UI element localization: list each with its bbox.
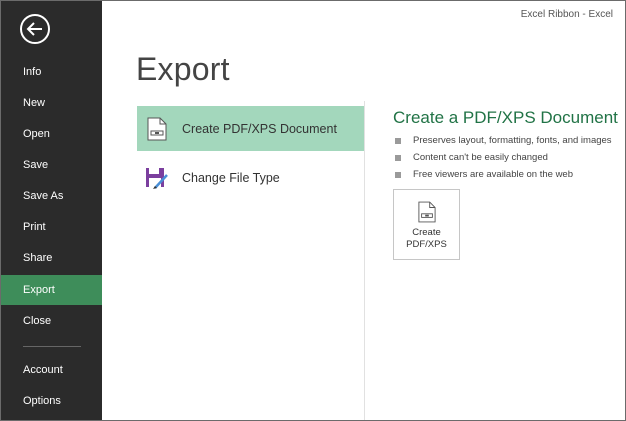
create-pdf-xps-button[interactable]: Create PDF/XPS <box>393 189 460 260</box>
option-label: Change File Type <box>182 170 280 185</box>
nav-item-options[interactable]: Options <box>1 386 102 416</box>
nav-divider <box>23 346 81 347</box>
nav-item-export[interactable]: Export <box>1 275 102 305</box>
nav-item-save[interactable]: Save <box>1 150 102 180</box>
option-label: Create PDF/XPS Document <box>182 121 337 136</box>
pdf-document-icon <box>416 199 438 225</box>
back-button[interactable] <box>20 14 50 44</box>
nav-item-share[interactable]: Share <box>1 243 102 273</box>
backstage-main: Excel Ribbon - Excel Export Create PDF/X… <box>102 1 625 420</box>
create-button-label-line2: PDF/XPS <box>406 239 447 250</box>
list-item: Free viewers are available on the web <box>395 166 612 183</box>
bullet-square-icon <box>395 137 401 144</box>
nav-item-close[interactable]: Close <box>1 306 102 336</box>
bullet-text: Preserves layout, formatting, fonts, and… <box>413 135 612 146</box>
nav-item-save-as[interactable]: Save As <box>1 181 102 211</box>
excel-backstage-window: Info New Open Save Save As Print Share E… <box>0 0 626 421</box>
bullet-square-icon <box>395 154 401 161</box>
panel-divider <box>364 101 365 420</box>
bullet-text: Free viewers are available on the web <box>413 169 574 180</box>
create-button-label: Create PDF/XPS <box>397 227 457 251</box>
nav-item-new[interactable]: New <box>1 88 102 118</box>
back-arrow-icon <box>26 22 44 36</box>
option-change-file-type[interactable]: Change File Type <box>137 155 364 200</box>
page-title: Export <box>136 51 230 87</box>
nav-item-open[interactable]: Open <box>1 119 102 149</box>
nav-item-info[interactable]: Info <box>1 57 102 87</box>
nav-item-account[interactable]: Account <box>1 355 102 385</box>
pdf-document-icon <box>145 116 169 142</box>
create-button-label-line1: Create <box>412 227 441 238</box>
detail-bullet-list: Preserves layout, formatting, fonts, and… <box>395 132 612 183</box>
list-item: Content can't be easily changed <box>395 149 612 166</box>
list-item: Preserves layout, formatting, fonts, and… <box>395 132 612 149</box>
backstage-sidebar: Info New Open Save Save As Print Share E… <box>1 1 102 420</box>
window-title: Excel Ribbon - Excel <box>520 9 613 20</box>
nav-item-print[interactable]: Print <box>1 212 102 242</box>
change-file-type-icon <box>145 165 169 191</box>
detail-title: Create a PDF/XPS Document <box>393 108 618 127</box>
bullet-square-icon <box>395 171 401 178</box>
option-create-pdf-xps[interactable]: Create PDF/XPS Document <box>137 106 364 151</box>
bullet-text: Content can't be easily changed <box>413 152 548 163</box>
